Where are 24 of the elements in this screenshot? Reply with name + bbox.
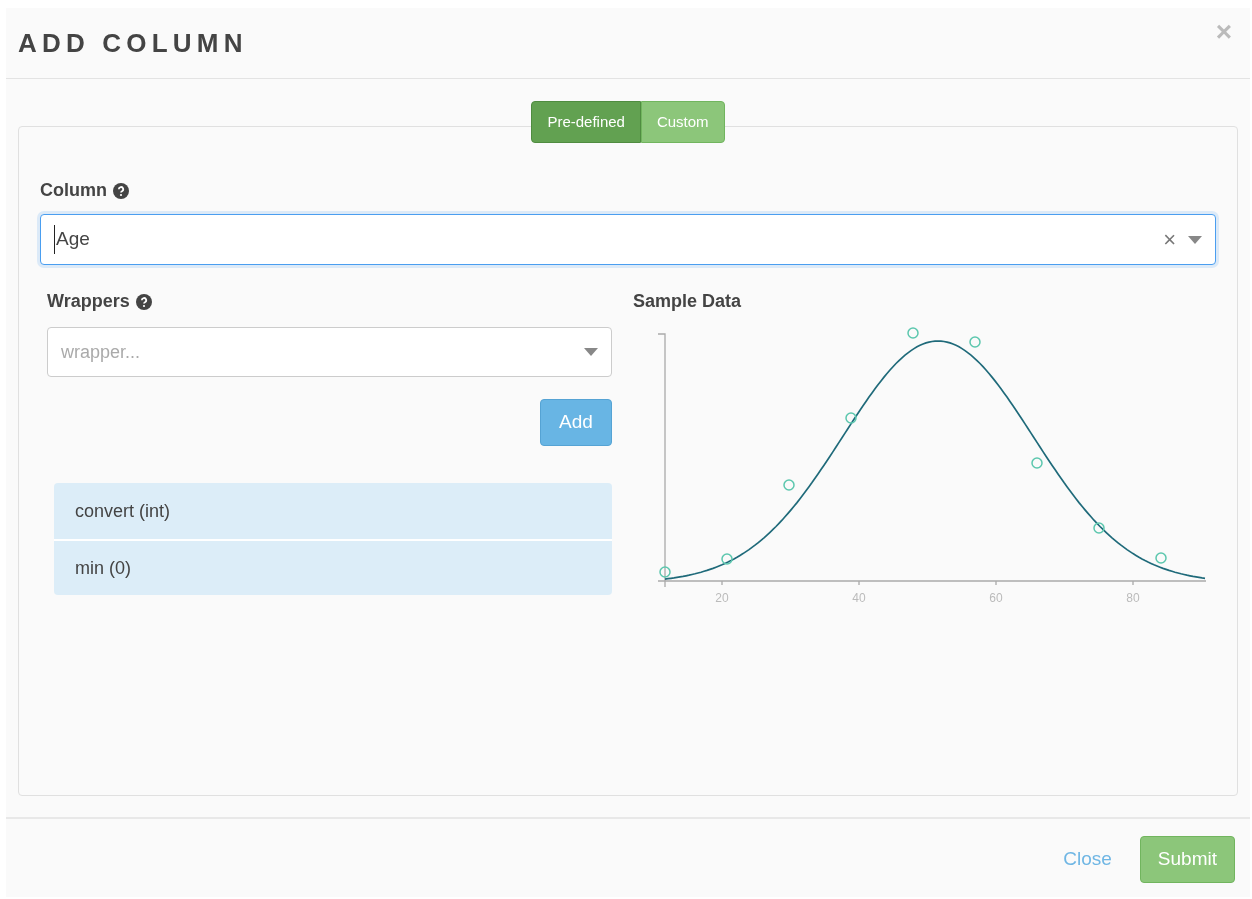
axis-tick-label: 80 (1126, 591, 1140, 605)
help-icon (113, 182, 129, 199)
column-select[interactable]: Age × (40, 214, 1216, 265)
add-button[interactable]: Add (540, 399, 612, 446)
wrapper-item[interactable]: min (0) (54, 539, 612, 595)
caret-icon (584, 348, 598, 356)
dialog-title: ADD COLUMN (18, 26, 248, 60)
axis-tick-label: 20 (715, 591, 729, 605)
mode-tab[interactable]: Pre-defined (531, 101, 641, 143)
field-label: Column (40, 179, 107, 202)
wrapper-select[interactable]: wrapper... (47, 327, 612, 377)
clear-icon[interactable]: × (1163, 223, 1176, 256)
axis-tick-label: 40 (852, 591, 866, 605)
help-icon (135, 293, 152, 310)
select-value: Age (54, 225, 1164, 254)
axis-tick-label: 60 (989, 591, 1003, 605)
mode-tab[interactable]: Custom (640, 101, 725, 143)
wrapper-item[interactable]: convert (int) (54, 483, 612, 539)
close-link[interactable]: Close (1063, 844, 1112, 874)
select-placeholder: wrapper... (61, 340, 142, 364)
caret-icon (1188, 235, 1202, 244)
submit-button[interactable]: Submit (1139, 835, 1235, 883)
field-label: Wrappers (47, 290, 130, 313)
chart-title: Sample Data (633, 290, 743, 313)
